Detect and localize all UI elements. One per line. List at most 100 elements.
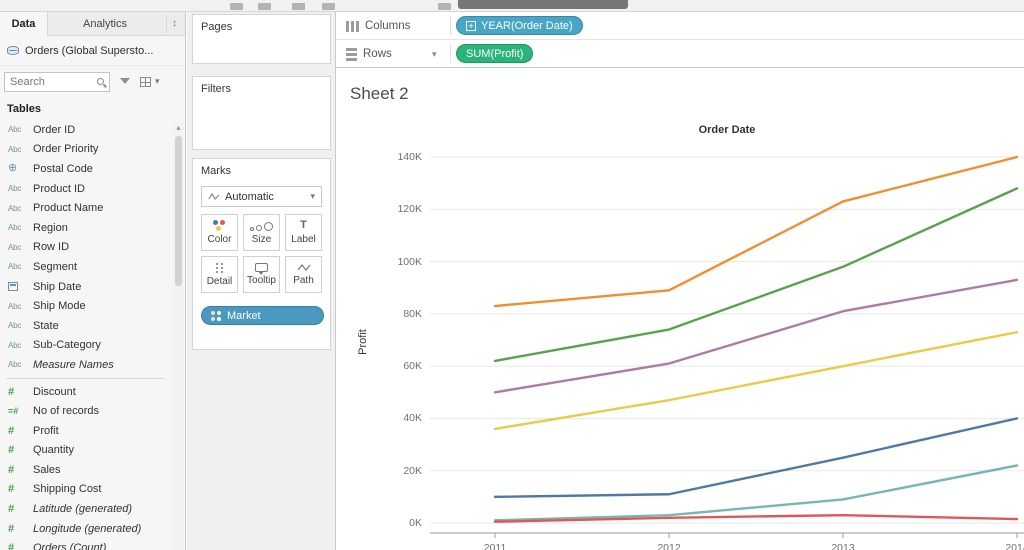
x-tick-label: 2013 bbox=[831, 542, 855, 550]
columns-shelf[interactable]: Columns + YEAR(Order Date) bbox=[336, 12, 1024, 40]
field-row[interactable]: Abc Measure Names bbox=[0, 355, 171, 375]
hash-icon: # bbox=[8, 503, 15, 516]
abc-icon: Abc bbox=[8, 184, 22, 194]
pages-shelf[interactable]: Pages bbox=[192, 14, 331, 64]
field-label: Latitude (generated) bbox=[33, 503, 133, 516]
tooltip-button[interactable]: Tooltip bbox=[243, 256, 280, 293]
shelf-divider bbox=[450, 16, 451, 35]
field-label: Quantity bbox=[33, 444, 74, 457]
field-row[interactable]: Abc State bbox=[0, 316, 171, 336]
marks-card[interactable]: Marks Automatic ▾ Color Size T Label Det… bbox=[192, 158, 331, 350]
line-series-green[interactable] bbox=[493, 187, 1019, 363]
filter-funnel-icon[interactable] bbox=[120, 78, 130, 84]
field-row[interactable]: # Quantity bbox=[0, 441, 171, 461]
line-series-blue[interactable] bbox=[493, 417, 1019, 499]
field-row[interactable]: ⊕ Postal Code bbox=[0, 159, 171, 179]
field-row[interactable]: # Orders (Count) bbox=[0, 538, 171, 550]
size-icon bbox=[250, 220, 273, 231]
field-row[interactable]: # Sales bbox=[0, 460, 171, 480]
datasource-item[interactable]: Orders (Global Supersto... bbox=[0, 36, 185, 66]
field-label: Ship Mode bbox=[33, 300, 86, 313]
field-row[interactable]: Abc Order ID bbox=[0, 120, 171, 140]
scrollbar-up-icon[interactable]: ▴ bbox=[173, 122, 184, 134]
field-label: Product Name bbox=[33, 202, 104, 215]
view-options-caret-icon[interactable]: ▾ bbox=[155, 76, 160, 87]
field-label: Orders (Count) bbox=[33, 542, 107, 550]
sheet-title[interactable]: Sheet 2 bbox=[350, 84, 409, 104]
field-row[interactable]: # Longitude (generated) bbox=[0, 519, 171, 539]
toolbar-button-icon[interactable] bbox=[258, 3, 271, 10]
size-button[interactable]: Size bbox=[243, 214, 280, 251]
line-mark-icon bbox=[208, 192, 220, 200]
rows-shelf-caret-icon[interactable]: ▾ bbox=[432, 49, 437, 60]
view-grid-icon[interactable] bbox=[140, 77, 151, 87]
toolbar-button-icon[interactable] bbox=[230, 3, 243, 10]
detail-icon bbox=[216, 262, 218, 265]
y-tick-label: 40K bbox=[403, 412, 422, 425]
detail-button[interactable]: Detail bbox=[201, 256, 238, 293]
hash-icon: # bbox=[8, 483, 15, 496]
color-legend-icon bbox=[211, 310, 222, 321]
field-label: No of records bbox=[33, 405, 100, 418]
field-label: Measure Names bbox=[33, 358, 114, 371]
eqhash-icon: =# bbox=[8, 406, 19, 417]
search-input[interactable] bbox=[4, 72, 110, 92]
database-icon bbox=[7, 46, 19, 55]
fields-scrollbar[interactable]: ▴ bbox=[173, 122, 184, 550]
tooltip-button-label: Tooltip bbox=[247, 275, 276, 286]
mark-type-dropdown[interactable]: Automatic ▾ bbox=[201, 186, 322, 207]
field-row[interactable]: Abc Ship Mode bbox=[0, 296, 171, 316]
abc-icon: Abc bbox=[8, 340, 22, 350]
path-button[interactable]: Path bbox=[285, 256, 322, 293]
field-row[interactable]: # Shipping Cost bbox=[0, 480, 171, 500]
field-label: Order Priority bbox=[33, 143, 99, 156]
field-label: Postal Code bbox=[33, 162, 93, 175]
y-axis-label: Profit bbox=[356, 329, 369, 355]
field-row[interactable]: # Discount bbox=[0, 382, 171, 402]
field-row[interactable]: Abc Product Name bbox=[0, 198, 171, 218]
field-label: Sub-Category bbox=[33, 339, 101, 352]
search-icon[interactable] bbox=[97, 78, 104, 85]
color-icon bbox=[213, 220, 226, 231]
mark-type-value: Automatic bbox=[225, 190, 274, 203]
field-row[interactable]: Abc Region bbox=[0, 218, 171, 238]
tab-data[interactable]: Data bbox=[0, 12, 48, 36]
color-button[interactable]: Color bbox=[201, 214, 238, 251]
field-row[interactable]: =# No of records bbox=[0, 401, 171, 421]
scrollbar-thumb[interactable] bbox=[175, 136, 182, 286]
columns-pill[interactable]: + YEAR(Order Date) bbox=[456, 16, 583, 35]
line-series-teal[interactable] bbox=[493, 464, 1019, 522]
tab-analytics[interactable]: Analytics bbox=[48, 12, 162, 36]
line-series-purple[interactable] bbox=[493, 278, 1019, 394]
sheet-area: Sheet 2 Order Date Profit 0K 20K 40K 60K 80K… bbox=[336, 68, 1024, 550]
tables-header: Tables bbox=[7, 103, 42, 115]
hash-icon: # bbox=[8, 444, 15, 457]
pages-shelf-label: Pages bbox=[201, 21, 233, 33]
toolbar-button-icon[interactable] bbox=[292, 3, 305, 10]
expand-plus-icon[interactable]: + bbox=[466, 20, 476, 31]
filters-shelf[interactable]: Filters bbox=[192, 76, 331, 150]
abc-icon: Abc bbox=[8, 262, 22, 272]
toolbar-button-icon[interactable] bbox=[322, 3, 335, 10]
field-label: Row ID bbox=[33, 241, 70, 254]
field-row[interactable]: Abc Segment bbox=[0, 257, 171, 277]
label-button[interactable]: T Label bbox=[285, 214, 322, 251]
line-series-orange[interactable] bbox=[493, 155, 1019, 308]
rows-pill[interactable]: SUM(Profit) bbox=[456, 44, 534, 63]
field-row[interactable]: Abc Sub-Category bbox=[0, 336, 171, 356]
field-row[interactable]: Abc Row ID bbox=[0, 238, 171, 258]
line-chart-plot bbox=[430, 155, 1024, 538]
fields-toolbar: ▾ bbox=[0, 70, 185, 96]
toolbar-button-icon[interactable] bbox=[438, 3, 451, 10]
abc-icon: Abc bbox=[8, 321, 22, 331]
marks-market-pill[interactable]: Market bbox=[201, 306, 324, 325]
rows-shelf[interactable]: Rows ▾ SUM(Profit) bbox=[336, 40, 1024, 68]
field-row[interactable]: Ship Date bbox=[0, 277, 171, 297]
field-row[interactable]: # Latitude (generated) bbox=[0, 499, 171, 519]
pane-stepper-icon[interactable]: ↕ bbox=[166, 15, 182, 33]
columns-shelf-label: Columns bbox=[346, 12, 410, 40]
field-row[interactable]: Abc Product ID bbox=[0, 179, 171, 199]
toolbar-dropdown-fragment[interactable] bbox=[458, 0, 628, 9]
field-row[interactable]: # Profit bbox=[0, 421, 171, 441]
field-row[interactable]: Abc Order Priority bbox=[0, 140, 171, 160]
